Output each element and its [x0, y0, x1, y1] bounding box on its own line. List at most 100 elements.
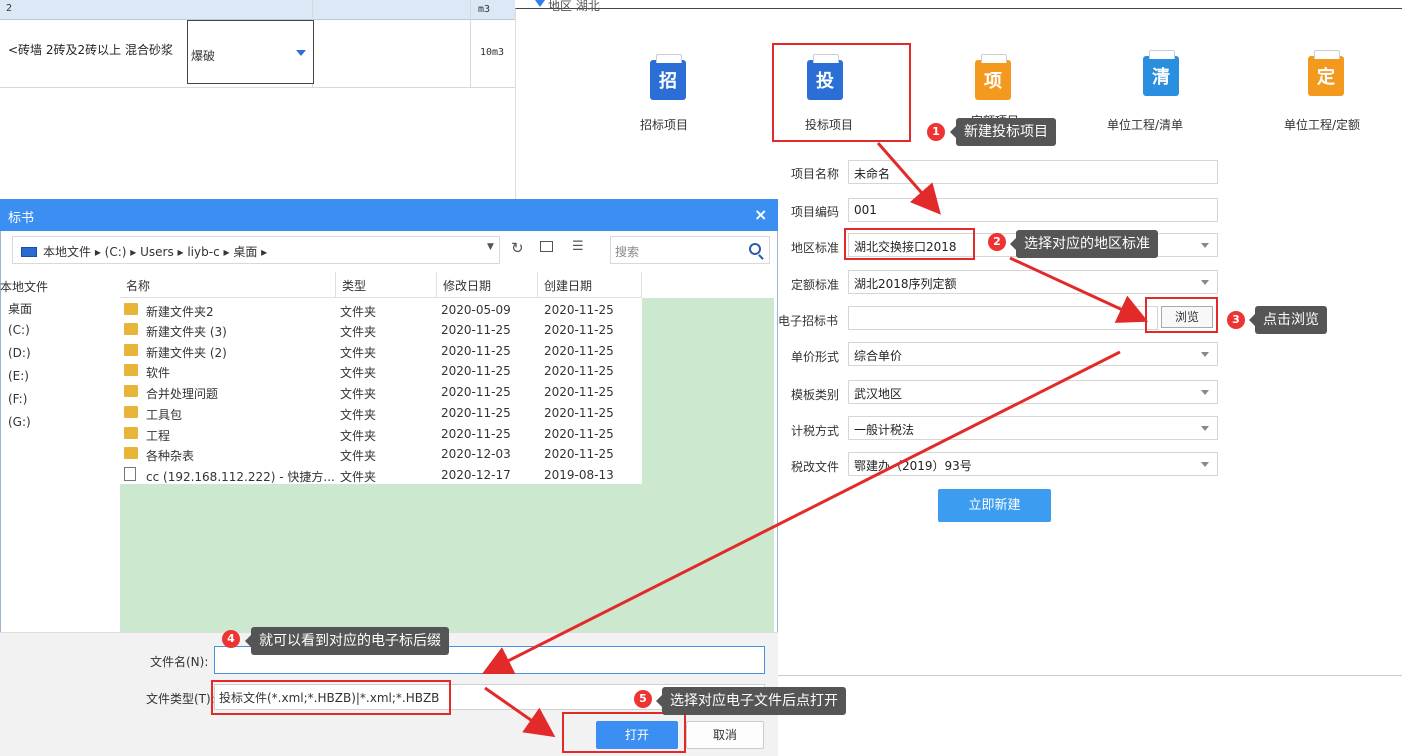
list-item[interactable]: 工具包 文件夹 2020-11-25 2020-11-25: [120, 403, 642, 423]
highlight-browse: [1145, 297, 1218, 333]
tile-label: 招标项目: [640, 118, 689, 132]
folder-icon: [124, 323, 138, 335]
chevron-down-icon[interactable]: [296, 50, 306, 56]
new-folder-icon[interactable]: [540, 241, 553, 252]
computer-icon: [21, 247, 37, 257]
e-tender-input[interactable]: [848, 306, 1158, 330]
step-tooltip-3: 点击浏览: [1249, 306, 1327, 334]
quota-std-label: 定额标准: [791, 278, 840, 292]
tax-method-label: 计税方式: [791, 424, 840, 438]
e-tender-label: 电子招标书: [778, 314, 839, 328]
nav-item-drive-e[interactable]: (E:): [8, 369, 29, 383]
price-form-select[interactable]: 综合单价: [848, 342, 1218, 366]
tile-tender-project[interactable]: 招 招标项目: [602, 40, 732, 140]
search-icon: [749, 243, 761, 255]
folder-icon: [124, 385, 138, 397]
template-label: 模板类别: [791, 388, 840, 402]
sheet-row-number: 2: [6, 3, 13, 14]
sheet-header-row: [0, 0, 515, 20]
method-combo-value: 爆破: [191, 49, 216, 63]
search-input[interactable]: 搜索: [610, 236, 770, 264]
step-badge-2: 2: [988, 233, 1006, 251]
region-std-label: 地区标准: [791, 241, 840, 255]
chevron-down-icon: [1201, 352, 1209, 357]
step-tooltip-2: 选择对应的地区标准: [1010, 230, 1158, 258]
folder-icon: [124, 344, 138, 356]
address-path: 本地文件 ▸ (C:) ▸ Users ▸ liyb-c ▸ 桌面 ▸: [43, 245, 268, 259]
filetype-label: 文件类型(T):: [146, 692, 215, 706]
chevron-down-icon: [1201, 462, 1209, 467]
folder-icon: [124, 303, 138, 315]
dialog-title: 标书: [8, 211, 35, 226]
refresh-icon[interactable]: ↻: [511, 239, 524, 257]
project-name-input[interactable]: 未命名: [848, 160, 1218, 184]
quota-unit-icon: 定: [1308, 50, 1344, 96]
highlight-open: [562, 712, 686, 753]
list-item[interactable]: 新建文件夹2 文件夹 2020-05-09 2020-11-25: [120, 300, 642, 320]
quota-std-select[interactable]: 湖北2018序列定额: [848, 270, 1218, 294]
list-item[interactable]: 新建文件夹 (3) 文件夹 2020-11-25 2020-11-25: [120, 320, 642, 340]
chevron-down-icon: [1201, 243, 1209, 248]
list-item[interactable]: 新建文件夹 (2) 文件夹 2020-11-25 2020-11-25: [120, 341, 642, 361]
nav-item-local-files[interactable]: 本地文件: [0, 278, 48, 295]
tile-label: 单位工程/定额: [1284, 118, 1361, 132]
folder-icon: [124, 364, 138, 376]
shortcut-icon: [124, 467, 136, 481]
step-badge-5: 5: [634, 690, 652, 708]
list-item[interactable]: cc (192.168.112.222) - 快捷方... 文件夹 2020-12-…: [120, 465, 642, 485]
highlight-region-std: [844, 228, 975, 260]
column-header-modified[interactable]: 修改日期: [437, 272, 538, 298]
tile-unit-list[interactable]: 清 单位工程/清单: [1093, 40, 1223, 140]
tile-unit-quota[interactable]: 定 单位工程/定额: [1262, 40, 1392, 140]
project-code-label: 项目编码: [791, 205, 840, 219]
folder-icon: [124, 406, 138, 418]
tender-icon: 招: [650, 54, 686, 100]
list-item[interactable]: 各种杂表 文件夹 2020-12-03 2020-11-25: [120, 444, 642, 464]
column-header-type[interactable]: 类型: [336, 272, 437, 298]
chevron-down-icon[interactable]: ▼: [487, 242, 494, 252]
close-icon[interactable]: ×: [754, 205, 767, 224]
create-now-button[interactable]: 立即新建: [938, 489, 1051, 522]
dialog-titlebar[interactable]: [0, 199, 778, 231]
folder-icon: [124, 427, 138, 439]
chevron-down-icon: [1201, 426, 1209, 431]
nav-pane: 本地文件 桌面 (C:) (D:) (E:) (F:) (G:): [0, 272, 118, 632]
price-form-label: 单价形式: [791, 350, 840, 364]
highlight-filetype: [211, 680, 451, 715]
tile-label: 单位工程/清单: [1107, 118, 1184, 132]
project-name-label: 项目名称: [791, 167, 840, 181]
chevron-down-icon[interactable]: [535, 0, 545, 7]
step-tooltip-4: 就可以看到对应的电子标后缀: [245, 627, 449, 655]
step-badge-3: 3: [1227, 311, 1245, 329]
highlight-bid-tile: [772, 43, 911, 142]
template-select[interactable]: 武汉地区: [848, 380, 1218, 404]
nav-item-drive-f[interactable]: (F:): [8, 392, 27, 406]
step-badge-4: 4: [222, 630, 240, 648]
project-code-input[interactable]: 001: [848, 198, 1218, 222]
cancel-button[interactable]: 取消: [686, 721, 764, 749]
quota-icon: 项: [975, 54, 1011, 100]
sheet-unit-header: m3: [478, 4, 491, 15]
column-header-name[interactable]: 名称: [120, 272, 336, 298]
list-item[interactable]: 合并处理问题 文件夹 2020-11-25 2020-11-25: [120, 382, 642, 402]
nav-item-desktop[interactable]: 桌面: [8, 300, 32, 317]
region-label: 地区 湖北: [548, 0, 600, 13]
column-header-created[interactable]: 创建日期: [538, 272, 642, 298]
tax-file-select[interactable]: 鄂建办（2019）93号: [848, 452, 1218, 476]
nav-item-drive-d[interactable]: (D:): [8, 346, 31, 360]
view-options-icon[interactable]: ☰: [572, 239, 584, 254]
step-tooltip-1: 新建投标项目: [950, 118, 1056, 146]
sheet-item-description: <砖墙 2砖及2砖以上 混合砂浆: [8, 43, 173, 57]
list-item[interactable]: 工程 文件夹 2020-11-25 2020-11-25: [120, 424, 642, 444]
nav-item-drive-c[interactable]: (C:): [8, 323, 30, 337]
nav-item-drive-g[interactable]: (G:): [8, 415, 31, 429]
step-badge-1: 1: [927, 123, 945, 141]
address-bar[interactable]: 本地文件 ▸ (C:) ▸ Users ▸ liyb-c ▸ 桌面 ▸: [12, 236, 500, 264]
chevron-down-icon: [1201, 280, 1209, 285]
list-item[interactable]: 软件 文件夹 2020-11-25 2020-11-25: [120, 361, 642, 381]
step-tooltip-5: 选择对应电子文件后点打开: [656, 687, 846, 715]
filename-label: 文件名(N):: [150, 655, 209, 669]
list-icon: 清: [1143, 50, 1179, 96]
folder-icon: [124, 447, 138, 459]
tax-method-select[interactable]: 一般计税法: [848, 416, 1218, 440]
